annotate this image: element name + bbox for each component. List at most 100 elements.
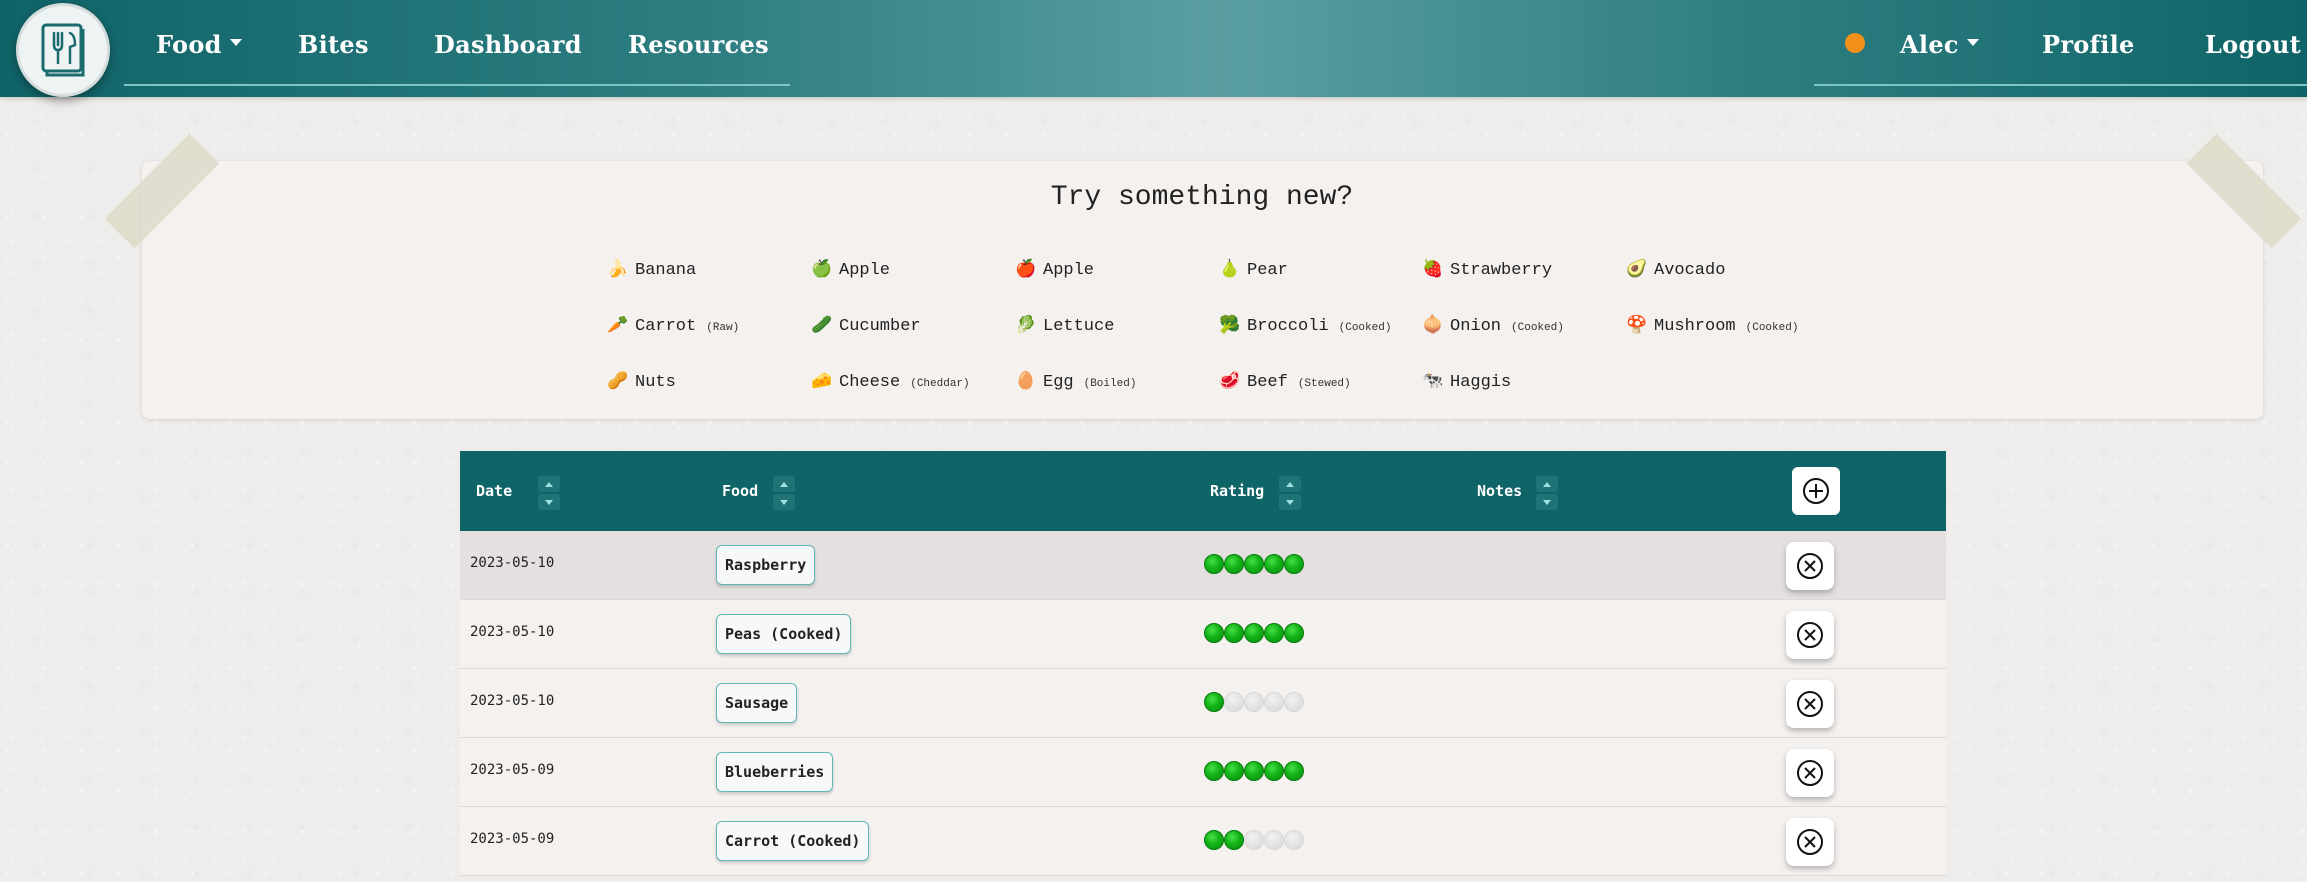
delete-entry-button[interactable] [1786, 680, 1834, 728]
suggestion-note: (Cooked) [1745, 322, 1799, 334]
rating-dot-filled [1264, 623, 1284, 643]
rating-dot-filled [1204, 554, 1224, 574]
delete-entry-button[interactable] [1786, 542, 1834, 590]
suggestion-item[interactable]: 🥑 Avocado [1626, 259, 1725, 280]
food-emoji-icon: 🥑 [1626, 259, 1648, 279]
sort-rating-buttons[interactable] [1279, 476, 1301, 510]
rating-dot-filled [1204, 692, 1224, 712]
suggestion-note: (Raw) [706, 322, 740, 334]
suggestion-item[interactable]: 🥕 Carrot (Raw) [607, 315, 739, 336]
suggestion-item[interactable]: 🥒 Cucumber [811, 315, 921, 336]
rating-dot-empty [1264, 692, 1284, 712]
suggestion-item[interactable]: 🍌 Banana [607, 259, 696, 280]
sort-descending-icon[interactable] [773, 494, 795, 510]
sort-descending-icon[interactable] [1536, 494, 1558, 510]
suggestion-item[interactable]: 🍓 Strawberry [1422, 259, 1552, 280]
nav-logout-link[interactable]: Logout [2205, 30, 2301, 59]
nav-profile-link[interactable]: Profile [2042, 30, 2135, 59]
suggestion-name: Mushroom [1654, 317, 1736, 336]
nav-right-group: Alec Profile Logout [1814, 0, 2307, 86]
rating-dot-filled [1224, 761, 1244, 781]
rating-dot-filled [1204, 761, 1224, 781]
rating-dot-filled [1244, 623, 1264, 643]
suggestion-item[interactable]: 🥜 Nuts [607, 371, 676, 392]
suggestion-item[interactable]: 🥚 Egg (Boiled) [1015, 371, 1136, 392]
rating-dot-filled [1244, 554, 1264, 574]
sort-ascending-icon[interactable] [1279, 476, 1301, 492]
row-food-tag[interactable]: Blueberries [716, 752, 834, 792]
food-emoji-icon: 🍏 [811, 259, 833, 279]
rating-dot-filled [1284, 554, 1304, 574]
suggestion-item[interactable]: 🍎 Apple [1015, 259, 1094, 280]
suggestion-item[interactable]: 🐄 Haggis [1422, 371, 1511, 392]
food-emoji-icon: 🥩 [1219, 371, 1241, 391]
row-food-tag[interactable]: Raspberry [716, 545, 816, 585]
nav-food-label: Food [156, 30, 222, 59]
food-emoji-icon: 🍌 [607, 259, 629, 279]
table-row: 2023-05-10 Sausage [460, 669, 1946, 738]
rating-dot-filled [1224, 623, 1244, 643]
suggestion-note: (Boiled) [1083, 378, 1137, 390]
rating-dot-empty [1284, 830, 1304, 850]
nav-left-group: Food Bites Dashboard Resources [124, 0, 790, 86]
suggestion-name: Pear [1247, 261, 1288, 280]
nav-bites-link[interactable]: Bites [298, 30, 369, 59]
add-entry-button[interactable] [1792, 467, 1840, 515]
row-food-tag[interactable]: Sausage [716, 683, 798, 723]
delete-entry-button[interactable] [1786, 749, 1834, 797]
rating-dot-empty [1284, 692, 1304, 712]
rating-dot-filled [1264, 761, 1284, 781]
suggestion-item[interactable]: 🧅 Onion (Cooked) [1422, 315, 1564, 336]
suggestion-note: (Cheddar) [910, 378, 970, 390]
nav-food-dropdown[interactable]: Food [156, 30, 242, 59]
suggestion-item[interactable]: 🍄 Mushroom (Cooked) [1626, 315, 1798, 336]
nav-dashboard-link[interactable]: Dashboard [434, 30, 582, 59]
row-rating [1204, 692, 1304, 712]
delete-entry-button[interactable] [1786, 818, 1834, 866]
suggestion-item[interactable]: 🧀 Cheese (Cheddar) [811, 371, 970, 392]
suggestions-title: Try something new? [1050, 182, 1354, 213]
sort-date-buttons[interactable] [538, 476, 560, 510]
food-emoji-icon: 🍓 [1422, 259, 1444, 279]
suggestion-item[interactable]: 🥦 Broccoli (Cooked) [1219, 315, 1391, 336]
sort-food-buttons[interactable] [773, 476, 795, 510]
row-food-tag[interactable]: Peas (Cooked) [716, 614, 852, 654]
row-food-tag[interactable]: Carrot (Cooked) [716, 821, 870, 861]
rating-dot-filled [1284, 623, 1304, 643]
column-header-notes: Notes [1477, 451, 1522, 531]
sort-ascending-icon[interactable] [773, 476, 795, 492]
suggestion-item[interactable]: 🍏 Apple [811, 259, 890, 280]
sort-notes-buttons[interactable] [1536, 476, 1558, 510]
nav-user-label: Alec [1900, 30, 1959, 59]
sort-ascending-icon[interactable] [1536, 476, 1558, 492]
sort-ascending-icon[interactable] [538, 476, 560, 492]
nav-resources-link[interactable]: Resources [628, 30, 769, 59]
food-emoji-icon: 🥚 [1015, 371, 1037, 391]
food-emoji-icon: 🍐 [1219, 259, 1241, 279]
suggestion-item[interactable]: 🥩 Beef (Stewed) [1219, 371, 1351, 392]
table-row: 2023-05-10 Peas (Cooked) [460, 600, 1946, 669]
nav-user-dropdown[interactable]: Alec [1900, 30, 1979, 59]
food-log-table: Date Food Rating Notes 2023-05-10 Raspbe… [460, 451, 1946, 882]
column-label-rating: Rating [1210, 482, 1265, 500]
close-circle-icon [1797, 691, 1823, 717]
suggestion-name: Nuts [635, 373, 676, 392]
suggestion-name: Apple [839, 261, 891, 280]
suggestion-item[interactable]: 🍐 Pear [1219, 259, 1288, 280]
delete-entry-button[interactable] [1786, 611, 1834, 659]
close-circle-icon [1797, 760, 1823, 786]
column-header-rating: Rating [1210, 451, 1264, 531]
table-header: Date Food Rating Notes [460, 451, 1946, 531]
rating-dot-empty [1244, 692, 1264, 712]
nav-logout-label: Logout [2205, 30, 2302, 59]
table-row: 2023-05-09 Blueberries [460, 738, 1946, 807]
sort-descending-icon[interactable] [1279, 494, 1301, 510]
column-header-food: Food [722, 451, 758, 531]
suggestion-note: (Cooked) [1511, 322, 1564, 334]
suggestion-item[interactable]: 🥬 Lettuce [1015, 315, 1114, 336]
app-logo[interactable] [16, 3, 110, 97]
suggestion-name: Cucumber [839, 317, 921, 336]
rating-dot-filled [1284, 761, 1304, 781]
sort-descending-icon[interactable] [538, 494, 560, 510]
food-emoji-icon: 🥬 [1015, 315, 1037, 335]
